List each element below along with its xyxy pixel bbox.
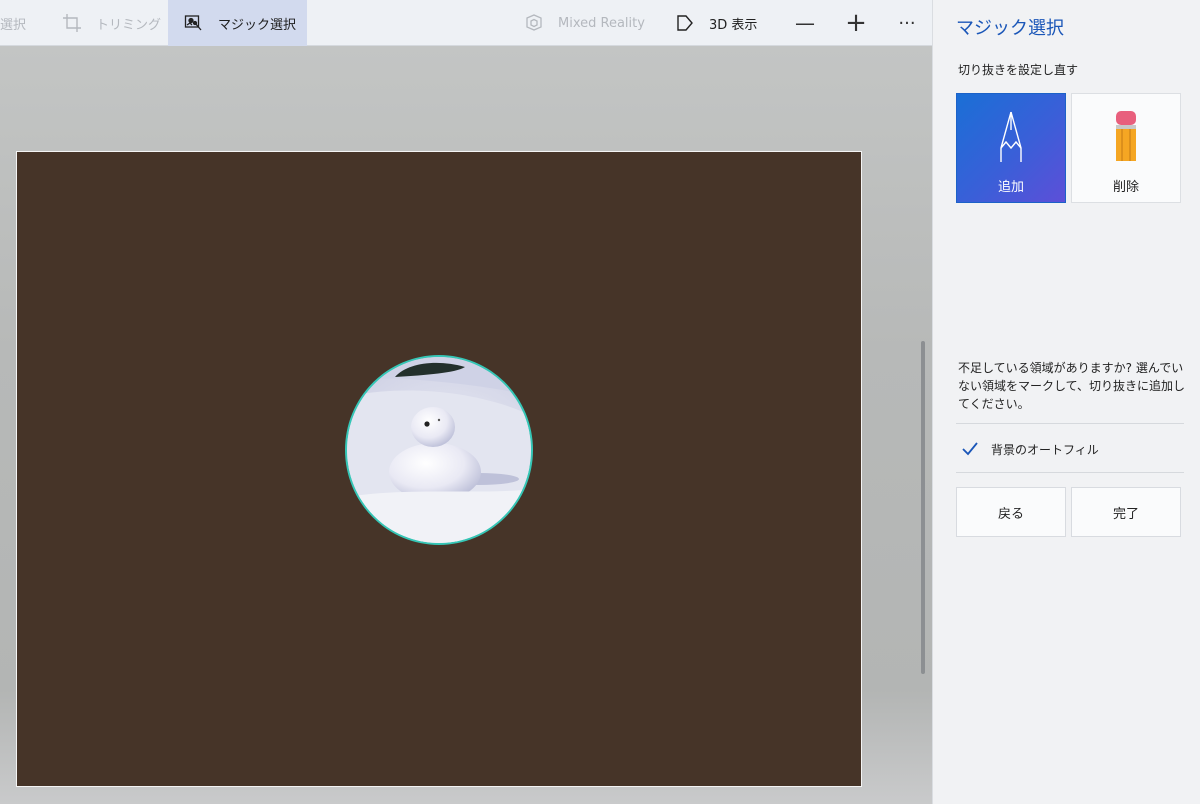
- more-icon: ···: [898, 12, 916, 34]
- magic-select-panel: マジック選択 切り抜きを設定し直す 追加 削除 不足している領域がありますか? …: [932, 0, 1200, 804]
- autofill-label: 背景のオートフィル: [991, 442, 1099, 457]
- done-button[interactable]: 完了: [1071, 487, 1181, 537]
- help-text: 不足している領域がありますか? 選んでいない領域をマークして、切り抜きに追加して…: [958, 361, 1186, 411]
- minus-icon: —: [795, 11, 815, 35]
- select-tool[interactable]: 選択: [0, 0, 26, 46]
- magic-select-icon: [184, 13, 204, 33]
- divider: [956, 423, 1184, 424]
- panel-title: マジック選択: [956, 18, 1064, 39]
- mixed-reality-icon: [524, 13, 544, 33]
- checkmark-icon[interactable]: [958, 437, 982, 461]
- more-button[interactable]: ···: [887, 0, 927, 46]
- back-label: 戻る: [997, 506, 1024, 522]
- autofill-checkbox[interactable]: 背景のオートフィル: [958, 437, 1099, 461]
- pen-icon: [998, 108, 1024, 164]
- vertical-scrollbar[interactable]: [921, 341, 925, 674]
- selected-region[interactable]: [345, 355, 533, 545]
- remove-label: 削除: [1112, 180, 1139, 195]
- crop-icon: [62, 13, 82, 33]
- eraser-icon: [1113, 108, 1139, 164]
- select-tool-label: 選択: [0, 17, 27, 33]
- refine-cutout-label: 切り抜きを設定し直す: [958, 63, 1079, 77]
- mixed-reality-button[interactable]: Mixed Reality: [524, 0, 645, 46]
- magic-select-tool[interactable]: マジック選択: [168, 0, 307, 46]
- view-3d-button[interactable]: 3D 表示: [675, 0, 757, 46]
- magic-select-label: マジック選択: [218, 17, 297, 33]
- view-3d-label: 3D 表示: [709, 17, 758, 33]
- snowman-image: [347, 357, 531, 543]
- toolbar: 選択 トリミング マジック選択 Mixed Reality 3D 表示 — + …: [0, 0, 932, 46]
- done-label: 完了: [1112, 506, 1139, 522]
- remove-button[interactable]: 削除: [1071, 93, 1181, 203]
- trim-tool[interactable]: トリミング: [62, 0, 161, 46]
- mixed-reality-label: Mixed Reality: [558, 15, 645, 31]
- trim-tool-label: トリミング: [96, 17, 162, 33]
- zoom-in-button[interactable]: +: [836, 0, 876, 46]
- divider: [956, 472, 1184, 473]
- add-button[interactable]: 追加: [956, 93, 1066, 203]
- back-button[interactable]: 戻る: [956, 487, 1066, 537]
- zoom-out-button[interactable]: —: [785, 0, 825, 46]
- view-3d-icon: [675, 13, 695, 33]
- add-label: 追加: [997, 180, 1024, 195]
- plus-icon: +: [845, 8, 867, 38]
